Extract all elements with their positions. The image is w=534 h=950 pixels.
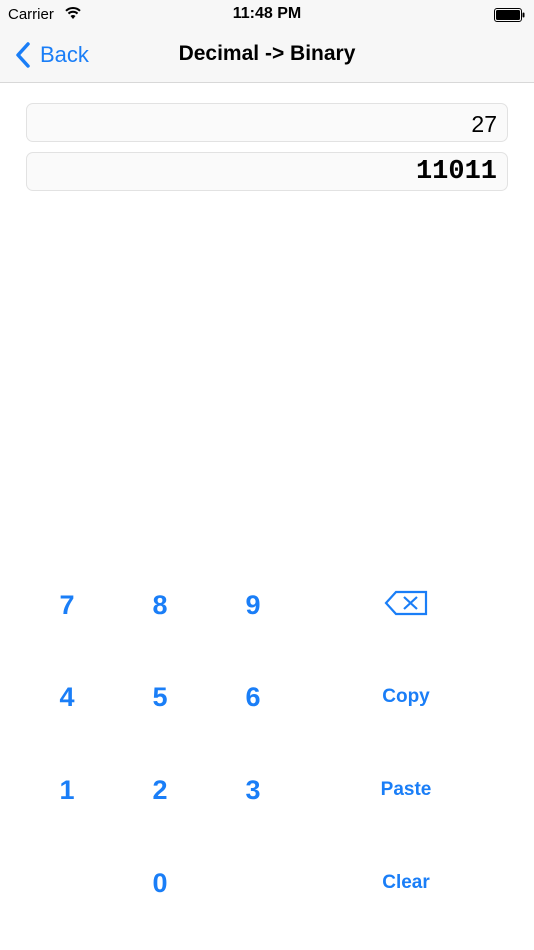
decimal-input-value: 27 [471,111,497,137]
key-2[interactable]: 2 [120,760,200,820]
decimal-input-field[interactable]: 27 [26,103,508,142]
key-7[interactable]: 7 [27,575,107,635]
clock: 11:48 PM [232,5,302,22]
page-title: Decimal -> Binary [178,42,356,65]
navigation-bar: Back Decimal -> Binary [0,30,534,83]
key-8[interactable]: 8 [120,575,200,635]
backspace-icon [384,590,428,616]
key-5[interactable]: 5 [120,667,200,727]
paste-button[interactable]: Paste [346,760,466,820]
binary-output-field: 11011 [26,152,508,191]
key-6[interactable]: 6 [213,667,293,727]
backspace-button[interactable] [346,575,466,635]
status-bar: Carrier 11:48 PM [0,0,534,30]
key-0[interactable]: 0 [120,853,200,913]
key-3[interactable]: 3 [213,760,293,820]
key-4[interactable]: 4 [27,667,107,727]
key-1[interactable]: 1 [27,760,107,820]
key-9[interactable]: 9 [213,575,293,635]
copy-button[interactable]: Copy [346,667,466,727]
binary-output-value: 11011 [415,157,497,187]
battery-icon [494,8,525,22]
clear-button[interactable]: Clear [346,853,466,913]
